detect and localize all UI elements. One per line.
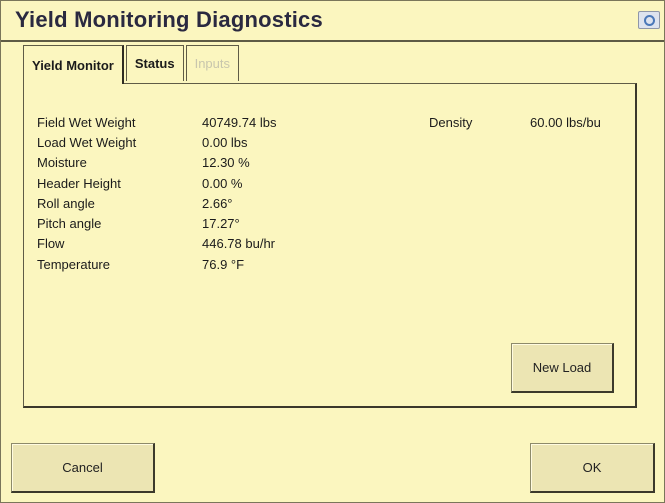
tab-inputs: Inputs [185, 45, 240, 81]
field-wet-weight-value: 40749.74 lbs [202, 115, 277, 130]
diagnostics-window: Yield Monitoring Diagnostics Yield Monit… [0, 0, 665, 503]
ok-button[interactable]: OK [530, 443, 655, 493]
flow-label: Flow [37, 236, 65, 251]
cancel-button[interactable]: Cancel [11, 443, 155, 493]
load-wet-weight-value: 0.00 lbs [202, 135, 248, 150]
roll-angle-value: 2.66° [202, 196, 233, 211]
new-load-button[interactable]: New Load [511, 343, 614, 393]
roll-angle-label: Roll angle [37, 196, 95, 211]
header-height-label: Header Height [37, 176, 121, 191]
yield-monitor-panel: Field Wet Weight 40749.74 lbs Load Wet W… [23, 83, 637, 408]
temperature-value: 76.9 °F [202, 257, 245, 272]
density-label: Density [429, 115, 473, 130]
header-height-value: 0.00 % [202, 176, 243, 191]
pitch-angle-value: 17.27° [202, 216, 240, 231]
tab-bar: Yield Monitor Status Inputs [23, 45, 241, 84]
moisture-value: 12.30 % [202, 155, 250, 170]
flow-value: 446.78 bu/hr [202, 236, 276, 251]
load-wet-weight-label: Load Wet Weight [37, 135, 137, 150]
temperature-label: Temperature [37, 257, 110, 272]
window-title: Yield Monitoring Diagnostics [15, 7, 323, 32]
pitch-angle-label: Pitch angle [37, 216, 102, 231]
tab-yield-monitor[interactable]: Yield Monitor [23, 45, 124, 84]
moisture-label: Moisture [37, 155, 87, 170]
field-wet-weight-label: Field Wet Weight [37, 115, 136, 130]
density-value: 60.00 lbs/bu [530, 115, 601, 130]
title-bar: Yield Monitoring Diagnostics [1, 1, 664, 42]
settings-window-icon[interactable] [638, 11, 660, 29]
tab-status[interactable]: Status [125, 45, 184, 81]
